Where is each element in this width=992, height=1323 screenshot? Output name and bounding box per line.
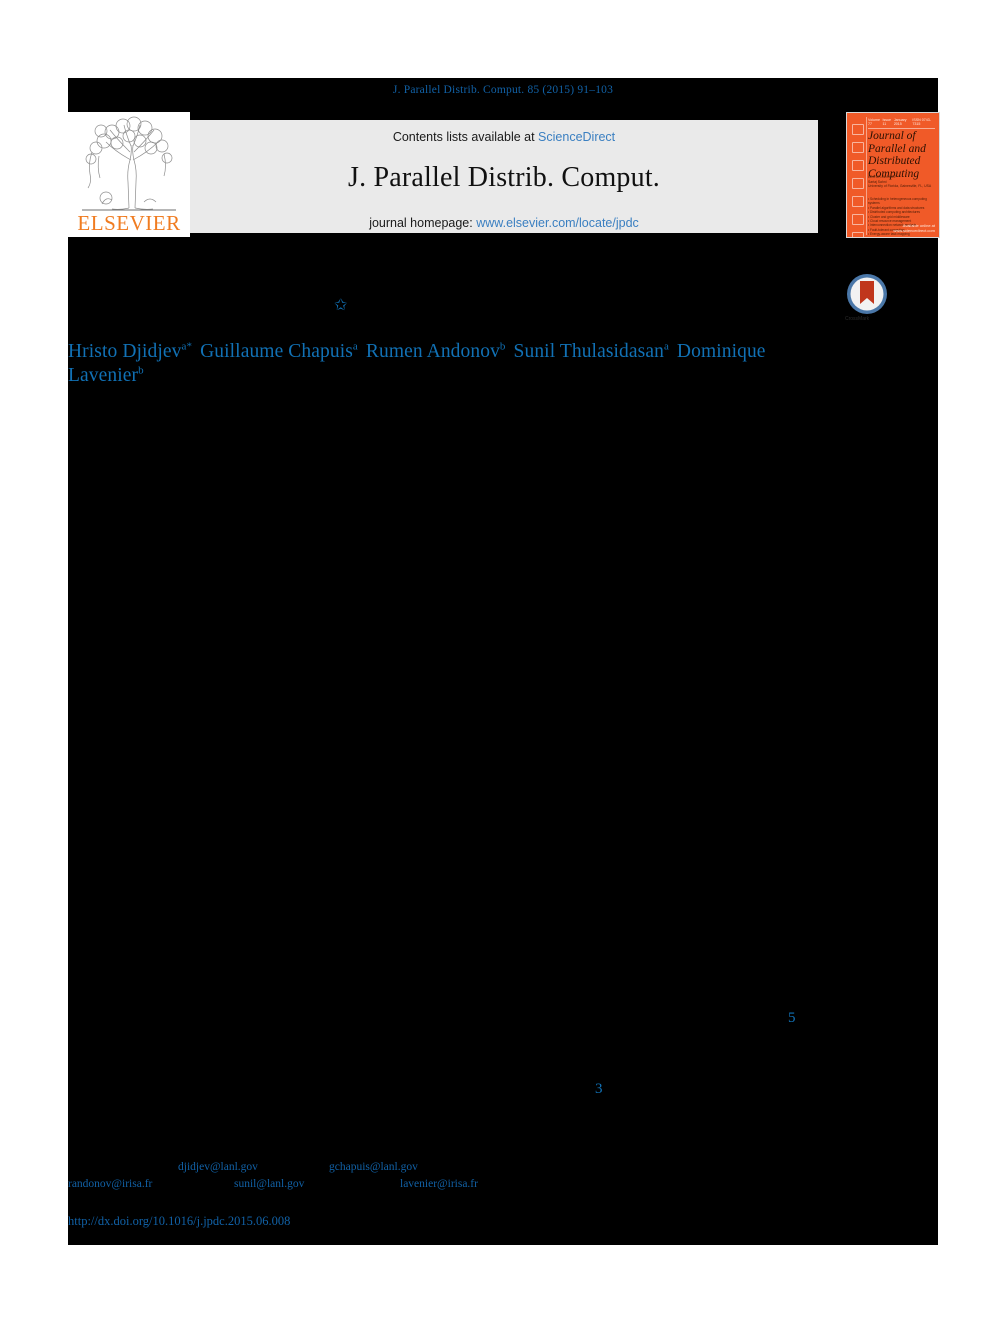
cover-side-rail [850, 117, 867, 237]
author-name: Sunil Thulasidasan [513, 341, 664, 362]
journal-homepage-line: journal homepage: www.elsevier.com/locat… [369, 216, 639, 230]
author-entry[interactable]: Guillaume Chapuisa [200, 341, 358, 362]
cover-title-line-1: Journal of [868, 130, 916, 142]
cover-issue: Issue 11 [882, 118, 892, 126]
author-corresponding-marker[interactable]: * [187, 341, 193, 353]
cover-title: Journal of Parallel and Distributed Comp… [868, 130, 935, 180]
cover-date: January 2015 [893, 118, 907, 126]
cover-footer: Available online at www.sciencedirect.co… [893, 223, 935, 233]
running-head: J. Parallel Distrib. Comput. 85 (2015) 9… [392, 84, 614, 96]
redacted-body-region [68, 78, 938, 1245]
author-name: Guillaume Chapuis [200, 341, 353, 362]
crossmark-label: CrossMark [845, 316, 870, 322]
journal-banner: Contents lists available at ScienceDirec… [190, 120, 818, 233]
author-affiliation-marker[interactable]: b [138, 365, 144, 377]
cover-issn: ISSN 0743-7315 [912, 118, 931, 126]
author-name: Rumen Andonov [365, 341, 500, 362]
author-email-link[interactable]: randonov@irisa.fr [68, 1178, 152, 1190]
cover-volume: Volume 77 [868, 118, 880, 126]
journal-masthead: ELSEVIER Contents lists available at Sci… [68, 112, 940, 238]
contents-available-line: Contents lists available at ScienceDirec… [393, 130, 615, 144]
author-email-link[interactable]: djidjev@lanl.gov [178, 1161, 258, 1173]
author-list: Hristo Djidjeva* Guillaume Chapuisa Rumen … [68, 340, 768, 388]
crossmark-badge-icon[interactable] [845, 272, 889, 316]
cover-title-line-2: Parallel and [868, 142, 926, 155]
author-affiliation-marker[interactable]: b [500, 341, 506, 353]
elsevier-wordmark: ELSEVIER [77, 211, 181, 235]
author-email-link[interactable]: gchapuis@lanl.gov [329, 1161, 418, 1173]
article-page: J. Parallel Distrib. Comput. 85 (2015) 9… [0, 0, 992, 1323]
journal-homepage-link[interactable]: www.elsevier.com/locate/jpdc [476, 216, 639, 230]
author-entry[interactable]: Hristo Djidjeva* [68, 341, 192, 362]
author-entry[interactable]: Sunil Thulasidasana [514, 341, 669, 362]
doi-link[interactable]: http://dx.doi.org/10.1016/j.jpdc.2015.06… [68, 1214, 290, 1229]
author-affiliation-marker[interactable]: a [664, 341, 669, 353]
elsevier-logo: ELSEVIER [68, 112, 190, 237]
body-reference-number[interactable]: 3 [595, 1081, 603, 1098]
contents-available-text: Contents lists available at [392, 130, 539, 144]
cover-top-bar: Volume 77 Issue 11 January 2015 ISSN 074… [868, 118, 935, 129]
cover-editor-block: EDITOR-IN-CHIEF Sartaj Sahni University … [868, 175, 932, 189]
journal-cover-thumbnail[interactable]: Volume 77 Issue 11 January 2015 ISSN 074… [846, 112, 940, 238]
author-name: Hristo Djidjev [68, 341, 182, 362]
body-reference-number[interactable]: 5 [788, 1010, 796, 1027]
sciencedirect-link[interactable]: ScienceDirect [538, 130, 615, 144]
author-affiliation-marker[interactable]: a [353, 341, 358, 353]
author-email-link[interactable]: sunil@lanl.gov [234, 1178, 304, 1190]
journal-homepage-label: journal homepage: [369, 216, 477, 230]
author-email-link[interactable]: lavenier@irisa.fr [400, 1178, 478, 1190]
journal-title: J. Parallel Distrib. Comput. [347, 162, 661, 193]
cover-title-line-3: Distributed [868, 155, 921, 167]
star-footnote-icon[interactable]: ✩ [334, 298, 347, 314]
author-entry[interactable]: Rumen Andonovb [366, 341, 506, 362]
